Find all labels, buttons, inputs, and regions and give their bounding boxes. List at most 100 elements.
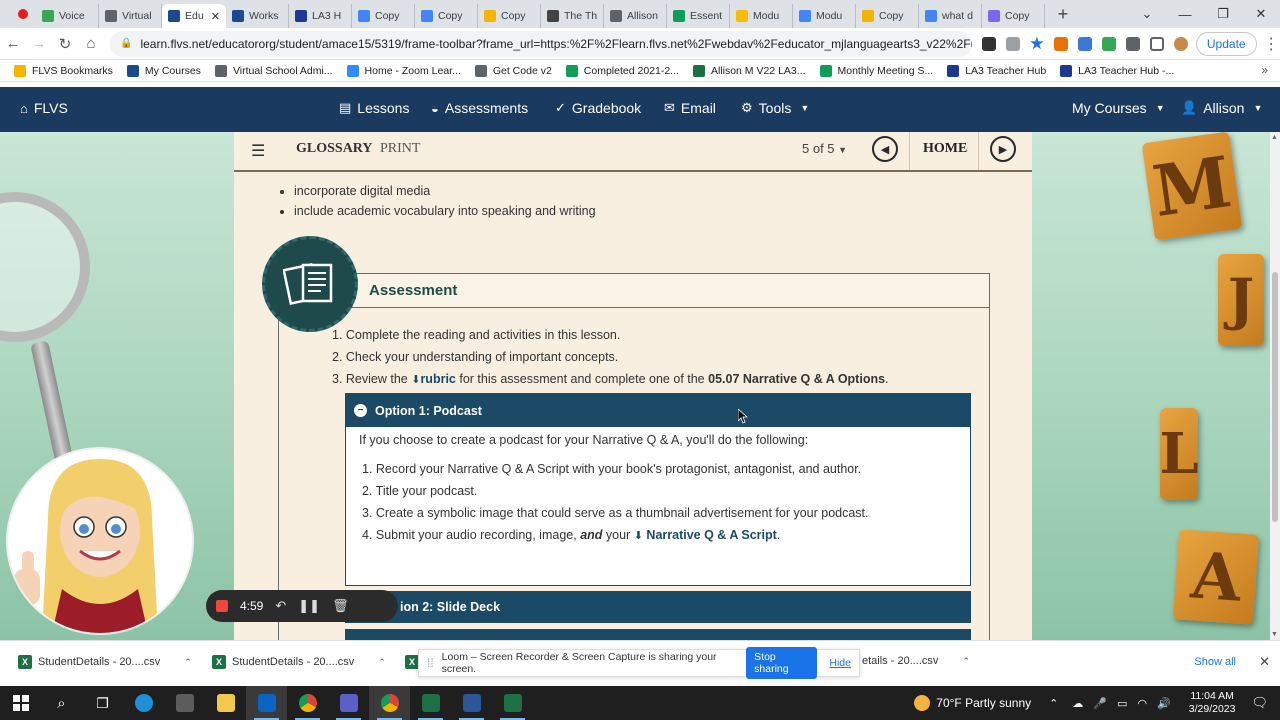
page-scrollbar[interactable]: ▲ ▼ [1270, 132, 1280, 640]
taskbar-app-excel-2[interactable] [492, 686, 533, 720]
nav-user-menu[interactable]: 👤 Allison ▼ [1181, 100, 1262, 116]
pause-icon[interactable]: ❚❚ [298, 598, 320, 614]
rubric-link[interactable]: rubric [420, 372, 455, 386]
taskbar-app-word[interactable] [451, 686, 492, 720]
wifi-icon[interactable]: ◠ [1137, 697, 1147, 710]
onedrive-icon[interactable]: ☁ [1072, 697, 1083, 710]
download-item[interactable]: X [405, 655, 419, 669]
hide-sharing-bar-link[interactable]: Hide [829, 657, 851, 669]
profile-avatar-icon[interactable] [1173, 36, 1188, 51]
nav-lessons[interactable]: ▤ Lessons [339, 100, 409, 116]
microphone-icon[interactable]: 🎤 [1093, 697, 1107, 710]
browser-tab[interactable]: Copy [352, 4, 415, 28]
volume-icon[interactable]: 🔊 [1157, 697, 1171, 710]
scrollbar-thumb[interactable] [1272, 272, 1278, 522]
download-item[interactable]: X StudentDetails - 20....csv ⌃ [212, 655, 386, 669]
browser-tab[interactable]: Copy [415, 4, 478, 28]
forward-icon[interactable]: → [26, 35, 52, 52]
option-3-header[interactable] [345, 629, 971, 640]
update-button[interactable]: Update [1195, 31, 1257, 56]
browser-tab[interactable]: Modu [730, 4, 793, 28]
close-icon[interactable]: ✕ [1259, 654, 1270, 670]
extensions-puzzle-icon[interactable] [1125, 36, 1140, 51]
chevron-up-icon[interactable]: ⌃ [184, 657, 192, 668]
minimize-icon[interactable]: — [1166, 7, 1204, 22]
scroll-down-icon[interactable]: ▼ [1271, 631, 1278, 638]
home-icon[interactable]: ⌂ [78, 35, 104, 52]
network-icon[interactable]: ▭ [1117, 697, 1127, 710]
browser-tab[interactable]: Modu [793, 4, 856, 28]
browser-menu-icon[interactable]: ⋮ [1263, 34, 1280, 54]
taskbar-app-edge[interactable] [123, 686, 164, 720]
browser-tab[interactable]: Copy [856, 4, 919, 28]
hamburger-menu-icon[interactable]: ☰ [251, 141, 265, 161]
new-tab-icon[interactable]: + [1051, 4, 1075, 25]
more-bookmarks-icon[interactable]: » [1261, 63, 1268, 77]
bookmark-item[interactable]: Virtual School Admi... [214, 64, 333, 77]
scroll-up-icon[interactable]: ▲ [1271, 134, 1278, 141]
stop-recording-icon[interactable] [216, 600, 228, 612]
trash-icon[interactable]: 🗑 [332, 598, 349, 614]
nav-assessments[interactable]: ◒ Assessments [431, 100, 528, 116]
reload-icon[interactable]: ↻ [52, 35, 78, 53]
browser-tab[interactable]: what d [919, 4, 982, 28]
taskbar-app-chrome-2[interactable] [369, 686, 410, 720]
flvs-home-link[interactable]: ⌂ FLVS [20, 100, 68, 116]
url-field[interactable]: 🔒 learn.flvs.net/educatororg/student/ama… [110, 30, 972, 57]
extension-shield-icon[interactable] [1077, 36, 1092, 51]
search-button[interactable]: ⌕ [41, 686, 82, 720]
bookmark-item[interactable]: Allison M V22 LA3... [692, 64, 806, 77]
bookmark-item[interactable]: My Courses [126, 64, 201, 77]
browser-tab[interactable]: LA3 H [289, 4, 352, 28]
task-view-button[interactable]: ❐ [82, 686, 123, 720]
side-panel-icon[interactable] [1149, 36, 1164, 51]
download-item[interactable]: etails - 20....csv ⌃ [862, 655, 970, 667]
camera-icon[interactable] [981, 36, 996, 51]
restore-icon[interactable]: ❐ [1204, 6, 1242, 22]
bookmark-item[interactable]: Monthly Meeting S... [819, 64, 933, 77]
chevron-up-icon[interactable]: ⌃ [378, 657, 386, 668]
back-icon[interactable]: ← [0, 35, 26, 52]
share-icon[interactable] [1005, 36, 1020, 51]
glossary-link[interactable]: GLOSSARY [296, 141, 373, 157]
browser-tab[interactable]: The Th [541, 4, 604, 28]
taskbar-app-store[interactable] [164, 686, 205, 720]
extension-orange-icon[interactable] [1053, 36, 1068, 51]
close-window-icon[interactable]: ✕ [1242, 6, 1280, 22]
next-page-button[interactable]: ▶ [990, 136, 1016, 162]
nav-gradebook[interactable]: ✓ Gradebook [555, 100, 641, 116]
show-all-downloads-link[interactable]: Show all [1194, 656, 1236, 668]
bookmark-item[interactable]: FLVS Bookmarks [14, 64, 113, 77]
browser-tab[interactable]: Copy [478, 4, 541, 28]
nav-tools[interactable]: ⚙ Tools ▼ [741, 100, 809, 116]
taskbar-app-excel[interactable] [410, 686, 451, 720]
browser-tab[interactable]: Works [226, 4, 289, 28]
drag-handle-icon[interactable]: ⁞⁞ [427, 656, 434, 670]
taskbar-clock[interactable]: 11:04 AM 3/29/2023 [1189, 690, 1236, 716]
chevron-up-icon[interactable]: ⌃ [962, 656, 970, 667]
previous-page-button[interactable]: ◀ [872, 136, 898, 162]
notifications-icon[interactable]: 🗨 [1251, 695, 1268, 711]
browser-tab[interactable]: Virtual [99, 4, 162, 28]
page-selector[interactable]: 5 of 5 ▼ [802, 141, 847, 156]
print-link[interactable]: PRINT [380, 141, 420, 157]
bookmark-item[interactable]: Completed 2021-2... [565, 64, 679, 77]
option-2-header[interactable]: ion 2: Slide Deck [345, 591, 971, 623]
bookmark-item[interactable]: LA3 Teacher Hub [947, 64, 1046, 77]
taskbar-app-outlook[interactable] [246, 686, 287, 720]
browser-tab[interactable]: Allison [604, 4, 667, 28]
bookmark-item[interactable]: LA3 Teacher Hub -... [1060, 64, 1174, 77]
nav-email[interactable]: ✉ Email [664, 100, 716, 116]
option-1-header[interactable]: − Option 1: Podcast [346, 394, 970, 427]
bookmark-item[interactable]: Get Code v2 [474, 64, 552, 77]
weather-widget[interactable]: 70°F Partly sunny [914, 695, 1031, 711]
extension-green-icon[interactable] [1101, 36, 1116, 51]
undo-icon[interactable]: ↶ [275, 598, 286, 614]
taskbar-app-chrome[interactable] [287, 686, 328, 720]
home-button[interactable]: HOME [923, 141, 967, 157]
taskbar-app-teams[interactable] [328, 686, 369, 720]
browser-tab[interactable]: Edu ✕ [162, 4, 226, 28]
taskbar-app-explorer[interactable] [205, 686, 246, 720]
tray-overflow-icon[interactable]: ⌃ [1049, 697, 1058, 710]
stop-sharing-button[interactable]: Stop sharing [746, 647, 818, 679]
